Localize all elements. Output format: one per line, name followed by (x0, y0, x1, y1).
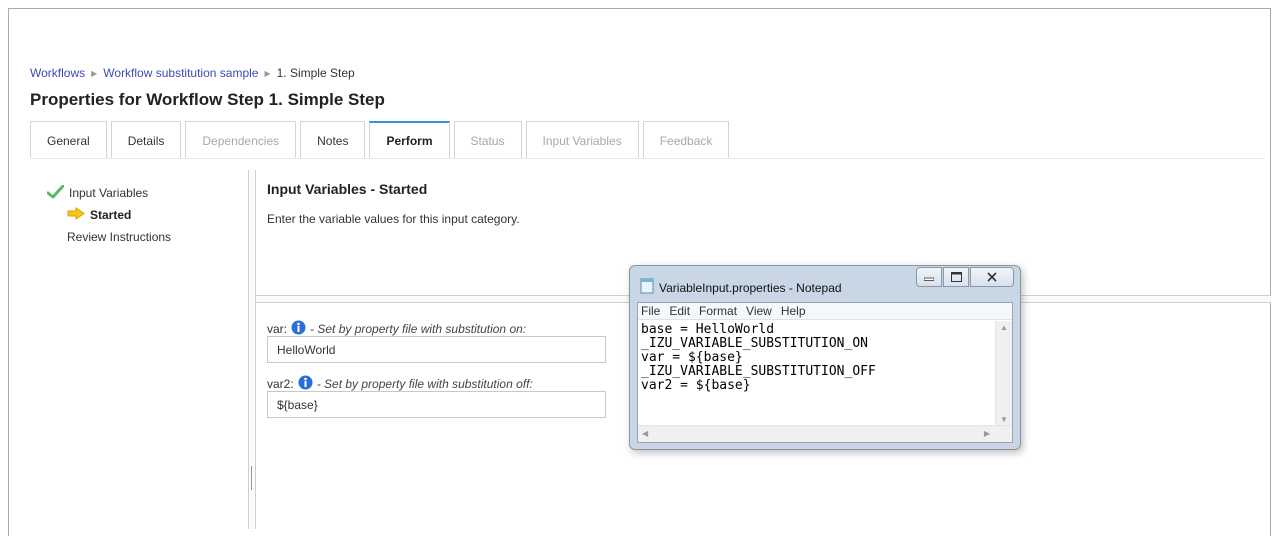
tab-input-variables: Input Variables (525, 121, 639, 159)
field-name: var2: (267, 377, 294, 391)
menu-format[interactable]: Format (699, 304, 737, 318)
menu-view[interactable]: View (746, 304, 772, 318)
breadcrumb: Workflows ▶ Workflow substitution sample ▶ 1… (30, 66, 355, 80)
scroll-right-icon[interactable]: ▶ (984, 429, 990, 438)
breadcrumb-workflows-link[interactable]: Workflows (30, 66, 85, 80)
notepad-title-bar[interactable]: VariableInput.properties - Notepad (640, 278, 842, 297)
notepad-menu-bar: File Edit Format View Help (638, 303, 1012, 320)
notepad-window[interactable]: VariableInput.properties - Notepad File … (629, 265, 1021, 450)
menu-help[interactable]: Help (781, 304, 806, 318)
splitter-grip-icon (251, 466, 253, 490)
section-title: Input Variables - Started (267, 181, 428, 197)
tab-general[interactable]: General (30, 121, 107, 159)
notepad-file-icon (640, 278, 654, 297)
nav-item-started[interactable]: Started (47, 204, 171, 226)
breadcrumb-separator-icon: ▶ (264, 69, 271, 78)
tab-notes[interactable]: Notes (300, 121, 366, 159)
field-note: - Set by property file with substitution… (316, 377, 533, 391)
arrow-right-icon (67, 207, 85, 223)
notepad-text-area[interactable]: base = HelloWorld _IZU_VARIABLE_SUBSTITU… (641, 323, 993, 423)
nav-item-label: Review Instructions (67, 230, 172, 244)
tab-dependencies: Dependencies (185, 121, 297, 159)
tab-details[interactable]: Details (110, 121, 182, 159)
field-note: - Set by property file with substitution… (310, 322, 527, 336)
tab-feedback: Feedback (642, 121, 730, 159)
step-navigation: Input Variables Started Review Instructi… (46, 182, 171, 248)
var2-input[interactable]: ${base} (267, 391, 606, 418)
nav-item-label: Input Variables (69, 186, 149, 200)
nav-item-input-variables[interactable]: Input Variables (46, 182, 171, 204)
nav-item-review-instructions[interactable]: Review Instructions (47, 226, 171, 248)
field-name: var: (267, 322, 288, 336)
notepad-title: VariableInput.properties - Notepad (659, 280, 842, 295)
vertical-scrollbar[interactable]: ▲ ▼ (995, 321, 1012, 426)
notepad-body: File Edit Format View Help base = HelloW… (637, 302, 1013, 443)
window-controls (915, 267, 1014, 287)
section-description: Enter the variable values for this input… (267, 212, 520, 226)
breadcrumb-separator-icon: ▶ (91, 69, 98, 78)
breadcrumb-current: 1. Simple Step (276, 66, 355, 80)
scroll-down-icon[interactable]: ▼ (1000, 415, 1008, 424)
var-input[interactable]: HelloWorld (267, 336, 606, 363)
tab-status: Status (453, 121, 522, 159)
close-icon[interactable] (970, 267, 1014, 287)
menu-file[interactable]: File (641, 304, 660, 318)
menu-edit[interactable]: Edit (669, 304, 690, 318)
tabs-underline (30, 158, 1265, 159)
breadcrumb-workflow-link[interactable]: Workflow substitution sample (103, 66, 258, 80)
scroll-up-icon[interactable]: ▲ (1000, 323, 1008, 332)
minimize-icon[interactable] (916, 267, 942, 287)
tab-perform[interactable]: Perform (369, 121, 450, 159)
checkmark-icon (46, 184, 65, 202)
page-title: Properties for Workflow Step 1. Simple S… (30, 90, 385, 109)
nav-item-label: Started (90, 208, 132, 222)
maximize-icon[interactable] (943, 267, 969, 287)
scroll-left-icon[interactable]: ◀ (642, 429, 648, 438)
horizontal-scrollbar[interactable]: ◀ ▶ (638, 425, 1012, 442)
tab-bar: General Details Dependencies Notes Perfo… (30, 121, 733, 159)
